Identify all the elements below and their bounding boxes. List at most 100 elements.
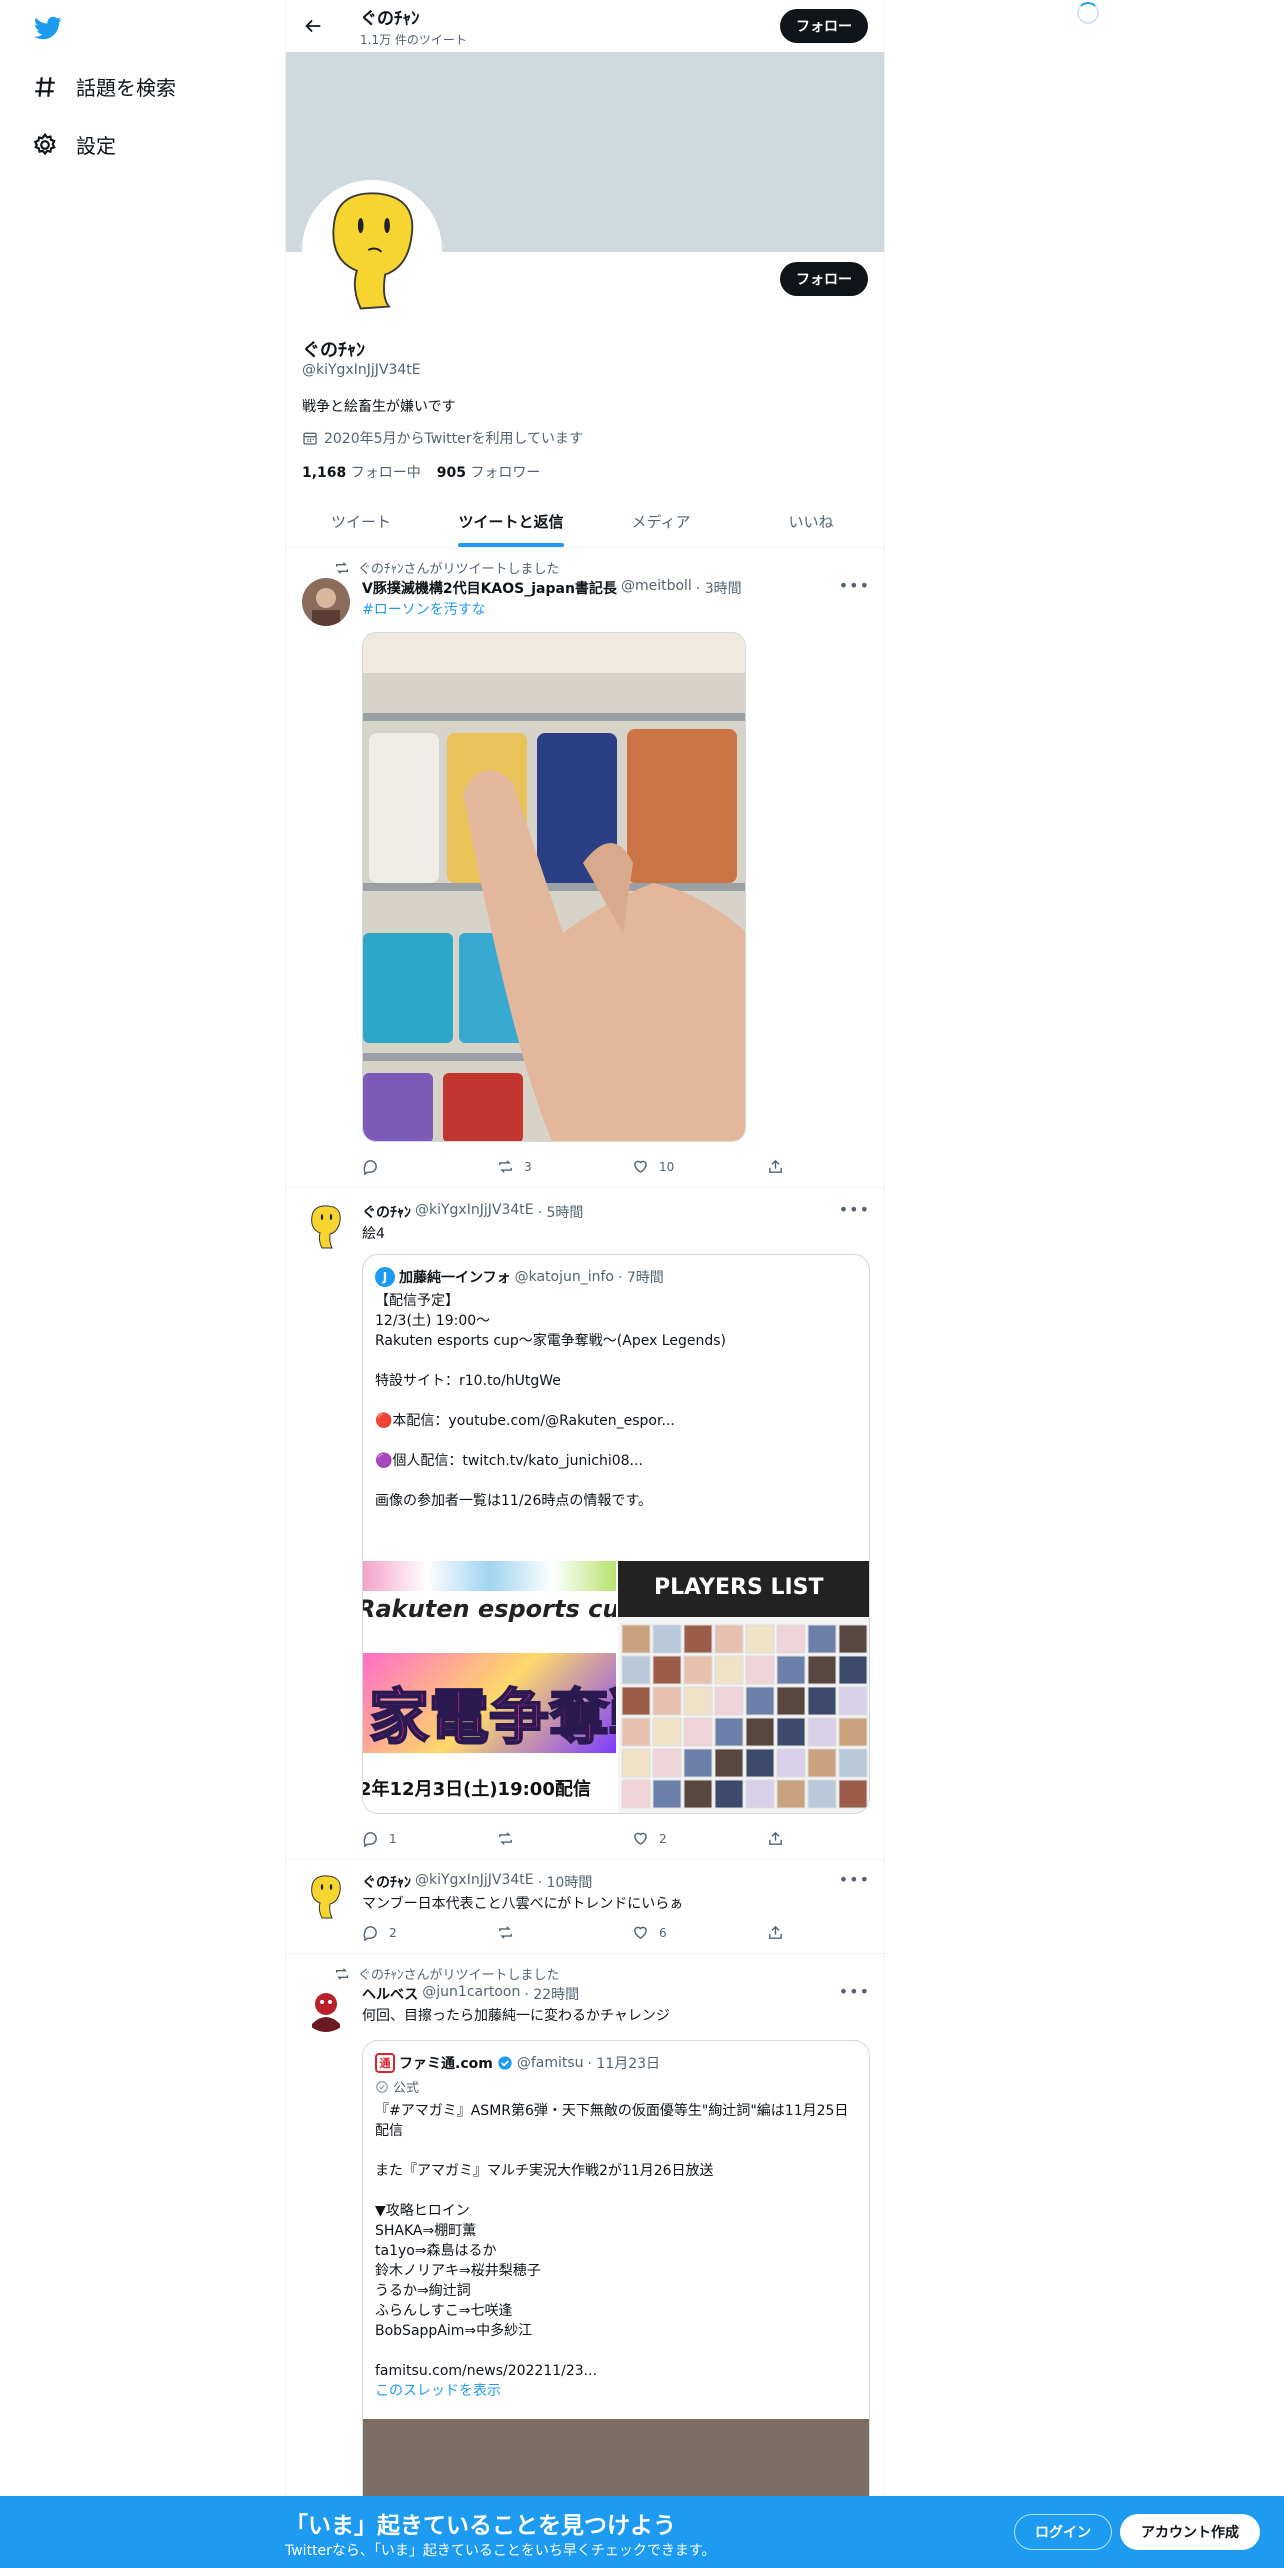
share-icon	[769, 1831, 782, 1845]
tab-likes[interactable]: いいね	[736, 496, 886, 547]
player-thumbnail	[621, 1686, 651, 1716]
retweet-button[interactable]	[497, 1830, 592, 1847]
profile-follow-button[interactable]: フォロー	[780, 262, 868, 296]
loading-spinner-icon	[1077, 2, 1099, 24]
prompt-title: 「いま」起きていることを見つけよう	[285, 2513, 676, 2539]
tweet-header: V豚撲滅機構2代目KAOS_japan書記長 @meitboll · 3時間	[362, 578, 742, 598]
user-photo-avatar-icon	[302, 578, 350, 626]
player-thumbnail	[838, 1624, 868, 1654]
tweet-2[interactable]: ぐのﾁｬﾝ @kiYgxInJjJV34tE · 5時間 ••• 絵4 J 加藤…	[286, 1188, 886, 1860]
cartoon-avatar-icon	[302, 1984, 350, 2032]
player-thumbnail	[807, 1686, 837, 1716]
tweet-avatar[interactable]	[302, 1872, 350, 1920]
tweet-author-handle[interactable]: @kiYgxInJjJV34tE	[415, 1872, 534, 1892]
retweet-count: 3	[524, 1159, 532, 1174]
player-thumbnail	[776, 1686, 806, 1716]
retweet-button[interactable]	[497, 1924, 592, 1941]
decor-stripe	[363, 1561, 616, 1591]
more-options-icon[interactable]: •••	[839, 1982, 870, 2001]
tweet-header: ぐのﾁｬﾝ @kiYgxInJjJV34tE · 5時間	[362, 1202, 583, 1222]
quote-image-1[interactable]: Rakuten esports cup 家電争奪戦 2年12月3日(土)19:0…	[363, 1561, 616, 1813]
tweet-photo[interactable]	[362, 632, 746, 1142]
reply-count: 1	[389, 1831, 397, 1846]
player-thumbnail	[776, 1624, 806, 1654]
tweet-author-handle[interactable]: @meitboll	[621, 578, 692, 598]
quote-image-2[interactable]: PLAYERS LIST	[618, 1561, 869, 1813]
player-thumbnail	[838, 1748, 868, 1778]
player-thumbnail	[683, 1748, 713, 1778]
player-thumbnail	[838, 1686, 868, 1716]
tab-media[interactable]: メディア	[586, 496, 736, 547]
followers-link[interactable]: 905 フォロワー	[437, 462, 541, 482]
tweet-time[interactable]: · 22時間	[524, 1984, 579, 2004]
like-button[interactable]: 2	[632, 1830, 727, 1847]
retweet-by: ぐのﾁｬﾝさんがリツイートしました	[358, 1968, 560, 1983]
quote-author-name: ファミ通.com	[399, 2056, 493, 2072]
tweet-1[interactable]: ぐのﾁｬﾝさんがリツイートしました V豚撲滅機構2代目KAOS_japan書記長…	[286, 548, 886, 1188]
player-thumbnail	[714, 1717, 744, 1747]
tweet-author-handle[interactable]: @jun1cartoon	[422, 1984, 520, 2004]
official-label: 公式	[375, 2077, 419, 2096]
back-arrow-icon[interactable]	[302, 15, 324, 37]
show-thread-link[interactable]: このスレッドを表示	[375, 2381, 859, 2401]
profile-header-bar: ぐのﾁｬﾝ 1.1万 件のツイート フォロー	[286, 0, 884, 52]
signup-button[interactable]: アカウント作成	[1120, 2514, 1260, 2550]
like-button[interactable]: 10	[632, 1158, 727, 1175]
followers-label: フォロワー	[470, 465, 541, 481]
tweet-text: マンブー日本代表こと八雲べにがトレンドにいらぁ	[362, 1896, 684, 1912]
tweet-author-name[interactable]: ぐのﾁｬﾝ	[362, 1872, 411, 1892]
tweet-text[interactable]: #ローソンを汚すな	[362, 600, 486, 620]
share-button[interactable]	[767, 1830, 787, 1847]
reply-button[interactable]: 1	[362, 1830, 457, 1847]
like-count: 6	[659, 1925, 667, 1940]
share-button[interactable]	[767, 1158, 787, 1175]
tweet-author-name[interactable]: V豚撲滅機構2代目KAOS_japan書記長	[362, 578, 617, 598]
quoted-tweet[interactable]: 通 ファミ通.com @famitsu · 11月23日 公式 『#アマガミ』A…	[362, 2040, 870, 2568]
quoted-tweet[interactable]: J 加藤純一インフォ @katojun_info · 7時間 【配信予定】 12…	[362, 1254, 870, 1814]
profile-avatar[interactable]	[302, 180, 442, 320]
header-follow-button[interactable]: フォロー	[780, 9, 868, 43]
nav-settings[interactable]: 設定	[32, 130, 116, 159]
player-thumbnail	[621, 1779, 651, 1809]
quote-text: 【配信予定】 12/3(土) 19:00〜 Rakuten esports cu…	[375, 1293, 726, 1509]
players-grid-icon	[621, 1624, 868, 1809]
player-thumbnail	[776, 1717, 806, 1747]
player-thumbnail	[807, 1779, 837, 1809]
retweet-button[interactable]: 3	[497, 1158, 592, 1175]
tab-tweets-and-replies[interactable]: ツイートと返信	[436, 496, 586, 547]
player-thumbnail	[652, 1624, 682, 1654]
more-options-icon[interactable]: •••	[839, 576, 870, 595]
tweet-time[interactable]: · 10時間	[538, 1872, 593, 1892]
tweet-time[interactable]: · 3時間	[696, 578, 742, 598]
tweet-author-name[interactable]: ぐのﾁｬﾝ	[362, 1202, 411, 1222]
twitter-logo-icon[interactable]	[32, 14, 64, 42]
quote-header: J 加藤純一インフォ @katojun_info · 7時間	[375, 1267, 664, 1287]
tweet-avatar[interactable]	[302, 1984, 350, 2032]
hashtag-icon	[35, 76, 55, 97]
login-button[interactable]: ログイン	[1014, 2514, 1112, 2550]
tab-tweets[interactable]: ツイート	[286, 496, 436, 547]
following-link[interactable]: 1,168 フォロー中	[302, 462, 421, 482]
share-button[interactable]	[767, 1924, 787, 1941]
retweet-line: ぐのﾁｬﾝさんがリツイートしました	[334, 558, 560, 577]
reply-button[interactable]	[362, 1158, 457, 1175]
retweet-small-icon	[336, 561, 348, 574]
following-count: 1,168	[302, 465, 347, 481]
tweet-time[interactable]: · 5時間	[538, 1202, 584, 1222]
tweet-author-name[interactable]: ヘルベス	[362, 1984, 418, 2004]
tweet-avatar[interactable]	[302, 578, 350, 626]
player-thumbnail	[652, 1779, 682, 1809]
more-options-icon[interactable]: •••	[839, 1200, 870, 1219]
like-button[interactable]: 6	[632, 1924, 727, 1941]
nav-explore[interactable]: 話題を検索	[32, 72, 176, 101]
reply-button[interactable]: 2	[362, 1924, 457, 1941]
tweet-3[interactable]: ぐのﾁｬﾝ @kiYgxInJjJV34tE · 10時間 ••• マンブー日本…	[286, 1860, 886, 1954]
tweet-author-handle[interactable]: @kiYgxInJjJV34tE	[415, 1202, 534, 1222]
yellow-blob-avatar-icon	[302, 1202, 350, 1250]
more-options-icon[interactable]: •••	[839, 1870, 870, 1889]
player-thumbnail	[621, 1624, 651, 1654]
tweet-header: ヘルベス @jun1cartoon · 22時間	[362, 1984, 579, 2004]
quote-author-name: 加藤純一インフォ	[399, 1270, 511, 1286]
tweet-4[interactable]: ぐのﾁｬﾝさんがリツイートしました ヘルベス @jun1cartoon · 22…	[286, 1954, 886, 2568]
tweet-avatar[interactable]	[302, 1202, 350, 1250]
